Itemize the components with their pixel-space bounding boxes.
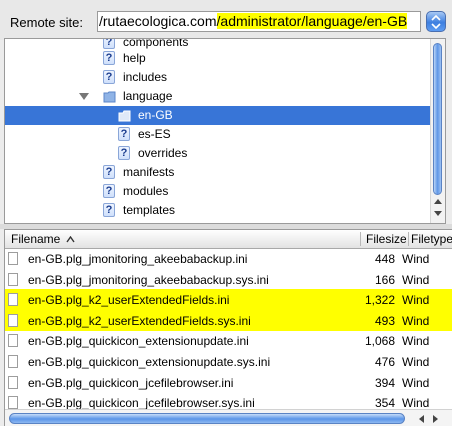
file-list-scroll-thumb[interactable] (9, 413, 405, 424)
remote-site-history-button[interactable] (426, 11, 446, 32)
remote-site-label: Remote site: (10, 15, 83, 30)
column-separator[interactable] (360, 232, 361, 246)
file-name: en-GB.plg_jmonitoring_akeebabackup.sys.i… (28, 272, 269, 287)
file-name: en-GB.plg_jmonitoring_akeebabackup.ini (28, 252, 248, 266)
tree-item[interactable]: ? includes (5, 68, 433, 87)
column-header-filename-label: Filename (11, 232, 61, 246)
tree-item-label: es-ES (138, 127, 171, 141)
file-size: 493 (374, 313, 395, 328)
unknown-folder-question-icon: ? (103, 39, 115, 49)
tree-item-label: help (123, 51, 146, 65)
file-name: en-GB.plg_quickicon_jcefilebrowser.ini (28, 375, 234, 390)
file-icon (8, 313, 18, 327)
tree-item-label: language (123, 89, 173, 103)
tree-item-label: includes (123, 70, 168, 84)
file-row[interactable]: en-GB.plg_quickicon_jcefilebrowser.ini 39… (5, 372, 452, 393)
scroll-right-arrow-icon[interactable] (433, 415, 438, 423)
file-icon (8, 293, 18, 307)
updown-chevron-icon (431, 15, 441, 29)
file-icon (8, 355, 18, 368)
tree-item-label: components (123, 38, 189, 49)
file-row[interactable]: en-GB.plg_jmonitoring_akeebabackup.ini 44… (5, 248, 452, 269)
file-type: Wind (402, 355, 430, 369)
file-size: 448 (374, 252, 395, 266)
scroll-up-arrow-icon[interactable] (434, 199, 442, 204)
tree-item-label: manifests (123, 165, 175, 179)
unknown-folder-question-icon: ? (103, 203, 115, 217)
file-type: Wind (402, 293, 430, 308)
file-size: 394 (374, 375, 395, 390)
file-type: Wind (402, 252, 430, 266)
file-size: 476 (374, 355, 395, 369)
file-list-horizontal-scrollbar[interactable] (5, 409, 452, 426)
column-header-filename[interactable]: Filename (11, 230, 351, 248)
file-name: en-GB.plg_k2_userExtendedFields.ini (28, 293, 230, 308)
remote-site-path-input[interactable]: /rutaecologica.com/administrator/languag… (97, 11, 421, 32)
tree-item-label: overrides (138, 146, 188, 160)
tree-item[interactable]: ? templates (5, 201, 433, 220)
tree-item[interactable]: ? help (5, 49, 433, 68)
tree-scroll-thumb[interactable] (433, 43, 442, 195)
tree-item-label: templates (123, 203, 176, 217)
file-icon (8, 252, 18, 265)
sort-ascending-icon (66, 230, 75, 248)
tree-item-label: modules (123, 184, 169, 198)
file-size: 1,322 (364, 293, 395, 308)
file-row[interactable]: en-GB.plg_quickicon_extensionupdate.sys.… (5, 351, 452, 372)
tree-item-label: en-GB (138, 108, 173, 122)
file-list-header: Filename Filesize Filetype (5, 230, 452, 249)
tree-item[interactable]: ? es-ES (5, 125, 433, 144)
file-row[interactable]: en-GB.plg_jmonitoring_akeebabackup.sys.i… (5, 269, 452, 290)
remote-site-path-highlight: /administrator/language/en-GB (216, 13, 408, 29)
file-row[interactable]: en-GB.plg_k2_userExtendedFields.ini 1,322… (5, 289, 452, 311)
file-name: en-GB.plg_k2_userExtendedFields.sys.ini (28, 313, 251, 328)
file-icon (8, 396, 18, 410)
file-name: en-GB.plg_quickicon_extensionupdate.ini (28, 334, 249, 349)
column-header-filetype[interactable]: Filetype (411, 230, 452, 248)
tree-vertical-scrollbar[interactable] (430, 39, 445, 223)
remote-file-list: Filename Filesize Filetype en-GB.plg_jmo… (4, 229, 452, 426)
unknown-folder-question-icon: ? (118, 127, 130, 141)
tree-item[interactable]: ? manifests (5, 163, 433, 182)
column-separator[interactable] (408, 232, 409, 246)
file-row[interactable]: en-GB.plg_k2_userExtendedFields.sys.ini 4… (5, 309, 452, 331)
file-row[interactable]: en-GB.plg_quickicon_extensionupdate.ini 1… (5, 330, 452, 351)
file-icon (8, 375, 18, 389)
file-size: 166 (374, 272, 395, 287)
file-type: Wind (402, 313, 430, 328)
file-size: 1,068 (364, 334, 395, 349)
remote-directory-tree: ? components? help? includes language en-GB? e… (4, 38, 446, 224)
unknown-folder-question-icon: ? (103, 51, 115, 65)
unknown-folder-question-icon: ? (103, 70, 115, 84)
file-icon (8, 334, 18, 348)
unknown-folder-question-icon: ? (118, 146, 130, 160)
folder-icon (118, 110, 131, 124)
disclosure-triangle-icon[interactable] (79, 93, 89, 100)
scroll-left-arrow-icon[interactable] (419, 415, 424, 423)
remote-site-path-prefix: /rutaecologica.com (99, 13, 217, 29)
file-type: Wind (402, 334, 430, 349)
file-type: Wind (402, 272, 430, 287)
remote-site-bar: Remote site: /rutaecologica.com/administ… (0, 0, 452, 40)
tree-item[interactable]: ? overrides (5, 144, 433, 163)
tree-item[interactable]: language (5, 87, 433, 106)
unknown-folder-question-icon: ? (103, 165, 115, 179)
scroll-down-arrow-icon[interactable] (434, 211, 442, 216)
file-icon (8, 272, 18, 286)
tree-item[interactable]: en-GB (5, 106, 433, 125)
file-name: en-GB.plg_quickicon_extensionupdate.sys.… (28, 355, 271, 369)
tree-item[interactable]: ? modules (5, 182, 433, 201)
column-header-filesize[interactable]: Filesize (366, 230, 406, 248)
folder-icon (103, 91, 116, 105)
file-type: Wind (402, 375, 430, 390)
unknown-folder-question-icon: ? (103, 184, 115, 198)
